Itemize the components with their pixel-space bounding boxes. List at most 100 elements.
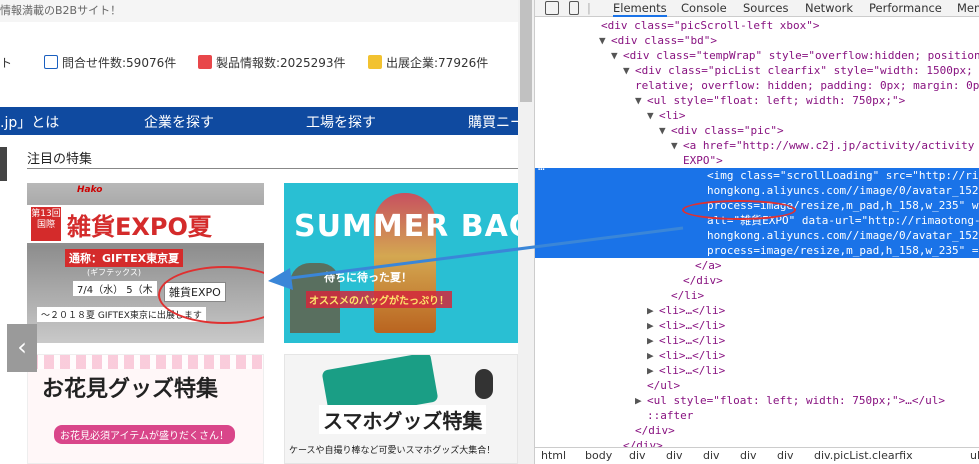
dom-node-text: ::after [647, 409, 694, 422]
expand-triangle-icon[interactable]: ▶ [647, 363, 654, 378]
vip-badge-icon [368, 55, 382, 69]
tab-sources[interactable]: Sources [743, 1, 789, 15]
dom-node-line[interactable]: ▼ <div class="picList clearfix" style="wi… [535, 63, 979, 78]
hako-brand-text: Hako [77, 185, 103, 195]
expand-triangle-icon[interactable]: ▼ [659, 123, 666, 138]
breadcrumb-item[interactable]: body [585, 449, 612, 462]
nav-purchase-needs[interactable]: 購買ニー [468, 112, 524, 132]
tab-performance[interactable]: Performance [869, 1, 942, 15]
stat-products: 製品情報数:2025293件 [198, 54, 346, 71]
nav-find-factories[interactable]: 工場を探す [306, 112, 376, 132]
banner-zakka-expo[interactable]: Hako 第13回 国際 雑貨EXPO夏 通称：GIFTEX東京夏 (ギフテック… [27, 183, 264, 343]
site-tagline: 情報満載のB2Bサイト！ [0, 4, 122, 17]
devtools-panel: | Elements Console Sources Network Perfo… [534, 0, 979, 464]
dom-node-line[interactable]: ▶ <li>…</li> [535, 318, 979, 333]
dom-node-text: </a> [695, 259, 722, 272]
stat-exhibitors: 出展企業:77926件 [368, 54, 488, 71]
tab-console[interactable]: Console [681, 1, 727, 15]
expand-triangle-icon[interactable]: ▼ [635, 93, 642, 108]
breadcrumb-item[interactable]: div [740, 449, 757, 462]
dom-node-text: <div class="tempWrap" style="overflow:hi… [623, 49, 979, 62]
inspect-cursor-icon[interactable] [545, 1, 559, 15]
dom-node-line[interactable]: </div> [535, 273, 979, 288]
banner-smartphone[interactable]: スマホグッズ特集 ケースや自撮り棒など可愛いスマホグッズ大集合！ [284, 354, 518, 464]
dom-node-line[interactable]: relative; overflow: hidden; padding: 0px… [535, 78, 979, 93]
tab-network[interactable]: Network [805, 1, 853, 15]
expand-triangle-icon[interactable]: ▼ [647, 108, 654, 123]
dom-node-line[interactable]: ▼ <a href="http://www.c2j.jp/activity/act… [535, 138, 979, 153]
banner-summer-bag[interactable]: SUMMER BAG 待ちに待った夏！ オススメのバッグがたっぷり！ [284, 183, 518, 343]
stat-inquiries-label: 問合せ件数:59076件 [62, 56, 177, 70]
expo-date: 7/4（水） 5（木 [73, 281, 157, 296]
stats-bar: ト 問合せ件数:59076件 製品情報数:2025293件 出展企業:77926… [0, 52, 518, 72]
dom-node-line[interactable]: ▼ <div class="pic"> [535, 123, 979, 138]
nav-find-companies[interactable]: 企業を探す [144, 112, 214, 132]
dom-node-line[interactable]: ▼ <div class="tempWrap" style="overflow:h… [535, 48, 979, 63]
dom-node-line[interactable]: ▼ <div class="bd"> [535, 33, 979, 48]
earphone-illustration [475, 369, 493, 399]
dom-node-text: <li>…</li> [659, 364, 726, 377]
expand-triangle-icon[interactable]: ▶ [647, 303, 654, 318]
smaho-subtitle: ケースや自撮り棒など可愛いスマホグッズ大集合！ [289, 446, 496, 456]
stat-exhibitors-label: 出展企業:77926件 [386, 56, 489, 70]
dom-node-line[interactable]: ▼ <li> [535, 108, 979, 123]
selected-node-dots[interactable]: … [538, 160, 545, 173]
breadcrumb-item[interactable]: div [703, 449, 720, 462]
breadcrumb-item[interactable]: div [666, 449, 683, 462]
dom-node-line[interactable]: </div> [535, 423, 979, 438]
dom-node-line[interactable]: ▶ <ul style="float: left; width: 750px;">… [535, 393, 979, 408]
expand-triangle-icon[interactable]: ▶ [647, 333, 654, 348]
device-toolbar-icon[interactable] [569, 1, 579, 15]
sakura-decoration [28, 355, 263, 369]
expo-badge: 第13回 国際 [31, 207, 61, 241]
side-block [0, 147, 7, 181]
carousel-prev-button[interactable]: ‹ [7, 324, 37, 372]
expand-triangle-icon[interactable]: ▶ [635, 393, 642, 408]
dom-node-text: <ul style="float: left; width: 750px;"> [647, 94, 906, 107]
toolbar-separator: | [587, 1, 591, 15]
dom-node-text: <img class="scrollLoading" src="http://r… [707, 169, 979, 182]
section-title: 注目の特集 [27, 152, 93, 167]
tab-elements[interactable]: Elements [613, 1, 667, 17]
dom-node-text: hongkong.aliyuncs.com//image/0/avatar_15… [707, 184, 979, 197]
dom-node-line[interactable]: process=image/resize,m_pad,h_158,w_235" … [535, 243, 979, 258]
dom-node-text: <div class="picScroll-left xbox"> [601, 19, 820, 32]
dom-node-line[interactable]: ▶ <li>…</li> [535, 303, 979, 318]
breadcrumb-bar: html body div div div div div div.picList.clear… [535, 447, 979, 464]
dom-node-line[interactable]: hongkong.aliyuncs.com//image/0/avatar_15… [535, 228, 979, 243]
tab-memory[interactable]: Mem [957, 1, 979, 15]
breadcrumb-item[interactable]: div [629, 449, 646, 462]
expand-triangle-icon[interactable]: ▼ [611, 48, 618, 63]
expand-triangle-icon[interactable]: ▼ [623, 63, 630, 78]
dom-node-line[interactable]: <div class="picScroll-left xbox"> [535, 18, 979, 33]
dom-node-line[interactable]: ▶ <li>…</li> [535, 333, 979, 348]
breadcrumb-item[interactable]: ul [970, 449, 979, 462]
dom-node-text: <div class="picList clearfix" style="wid… [635, 64, 973, 77]
banner-hanami[interactable]: お花見グッズ特集 お花見必須アイテムが盛りだくさん！ [27, 354, 264, 464]
dom-node-line[interactable]: ▶ <li>…</li> [535, 363, 979, 378]
dom-node-line[interactable]: </li> [535, 288, 979, 303]
expo-title: 雑貨EXPO夏 [67, 213, 212, 241]
dom-node-line[interactable]: <img class="scrollLoading" src="http://r… [535, 168, 979, 183]
expand-triangle-icon[interactable]: ▶ [647, 348, 654, 363]
breadcrumb-item[interactable]: html [541, 449, 566, 462]
page-scroll-thumb[interactable] [520, 0, 532, 102]
expand-triangle-icon[interactable]: ▼ [671, 138, 678, 153]
dom-node-line[interactable]: </ul> [535, 378, 979, 393]
expand-triangle-icon[interactable]: ▶ [647, 318, 654, 333]
dom-node-line[interactable]: EXPO"> [535, 153, 979, 168]
dom-node-text: <li>…</li> [659, 349, 726, 362]
devtools-tabbar: | Elements Console Sources Network Perfo… [535, 0, 979, 17]
dom-node-line[interactable]: </a> [535, 258, 979, 273]
expand-triangle-icon[interactable]: ▼ [599, 33, 606, 48]
nav-about[interactable]: .jp」とは [0, 112, 59, 132]
breadcrumb-item[interactable]: div [777, 449, 794, 462]
dom-node-text: hongkong.aliyuncs.com//image/0/avatar_15… [707, 229, 979, 242]
breadcrumb-item[interactable]: div.picList.clearfix [814, 449, 913, 462]
dom-node-line[interactable]: ::after [535, 408, 979, 423]
dom-node-line[interactable]: hongkong.aliyuncs.com//image/0/avatar_15… [535, 183, 979, 198]
summer-tagline: 待ちに待った夏！ [324, 271, 412, 284]
dom-node-line[interactable]: ▶ <li>…</li> [535, 348, 979, 363]
dom-node-line[interactable]: ▼ <ul style="float: left; width: 750px;"> [535, 93, 979, 108]
hanami-title: お花見グッズ特集 [42, 377, 219, 402]
